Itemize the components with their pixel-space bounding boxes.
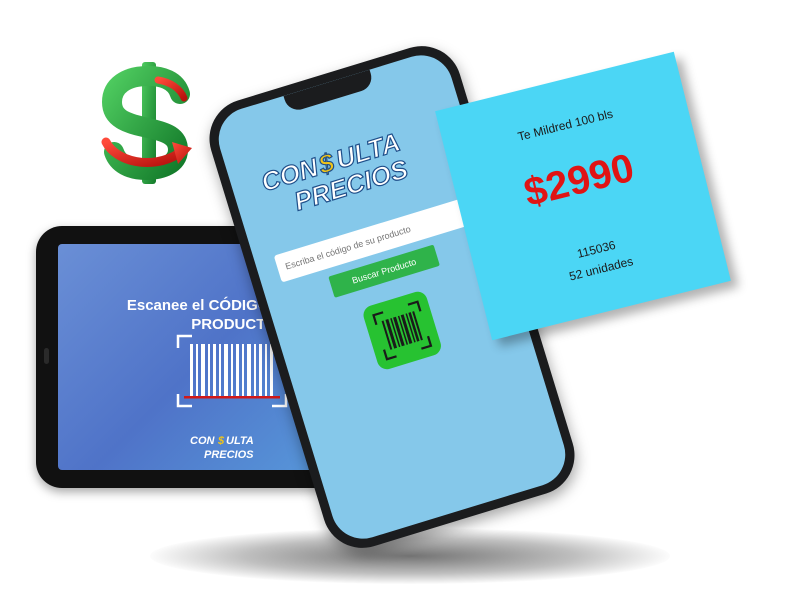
dollar-logo <box>92 58 202 188</box>
tablet-logo-part1: CON <box>190 435 216 447</box>
tablet-brand-logo: CON $ ULTA PRECIOS <box>178 430 288 464</box>
barcode-scan-icon <box>372 300 433 361</box>
svg-text:$: $ <box>217 435 225 447</box>
scan-barcode-button[interactable] <box>361 289 444 372</box>
tablet-logo-line2: PRECIOS <box>204 449 254 461</box>
tablet-camera <box>44 348 49 364</box>
floor-shadow <box>150 528 670 584</box>
tablet-logo-part2: ULTA <box>226 435 254 447</box>
